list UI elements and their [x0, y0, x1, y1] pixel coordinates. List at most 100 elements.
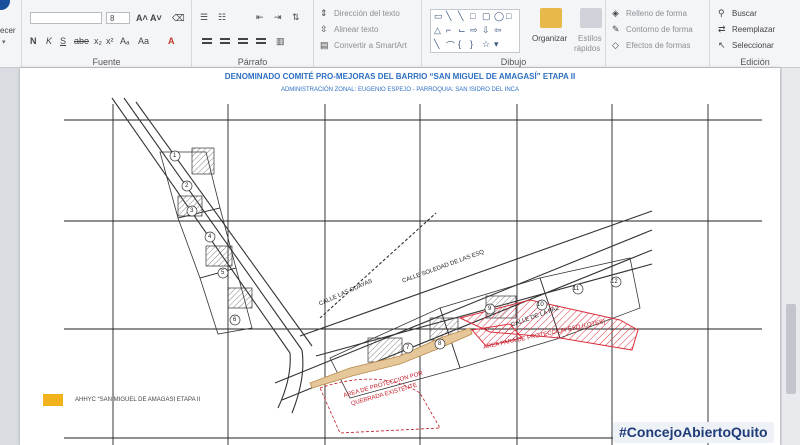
vertical-scrollbar[interactable]: [782, 68, 800, 445]
align-right-icon-line: [238, 42, 248, 44]
editing-group-label: Edición: [740, 57, 770, 67]
triangle-shape-icon[interactable]: △: [434, 25, 441, 36]
bullets-icon[interactable]: ☰: [200, 12, 208, 22]
legend-swatch: [43, 394, 63, 406]
align-left-icon[interactable]: [202, 38, 212, 40]
superscript-button[interactable]: x²: [106, 36, 114, 46]
align-text-button[interactable]: Alinear texto: [334, 25, 378, 34]
text-direction-icon[interactable]: ⇕: [320, 8, 328, 18]
find-button[interactable]: Buscar: [732, 9, 757, 18]
font-group-label: Fuente: [92, 57, 121, 67]
binoculars-icon[interactable]: ⚲: [718, 8, 725, 18]
rect-shape-icon-2[interactable]: □: [506, 11, 511, 21]
left-arrow-shape-icon[interactable]: ⇦: [494, 25, 502, 36]
align-left-icon-line: [202, 42, 212, 44]
lot-number: 1: [173, 153, 177, 159]
shapes-gallery[interactable]: ▭ ╲ ╲ □ ▢ ◯ □ △ ⌐ ⌙ ⇨ ⇩ ⇦ ╲ ⌒ { } ☆ ▾: [430, 9, 520, 53]
shape-effects-icon[interactable]: ◇: [612, 40, 619, 50]
align-center-icon[interactable]: [220, 38, 230, 40]
arrow-shape-icon[interactable]: ⇨: [470, 25, 478, 36]
road-edge: [274, 229, 653, 384]
document-page: DENOMINADO COMITÉ PRO-MEJORAS DEL BARRIO…: [20, 68, 780, 445]
line-shape-icon-2[interactable]: ╲: [458, 11, 463, 22]
road-edge: [319, 212, 437, 319]
ribbon: ecer ▾ 8 A˄ A˅ ⌫ N K S abe x₂ x² Aₐ Aa A…: [0, 0, 800, 68]
fill-bucket-icon[interactable]: ◈: [612, 8, 619, 18]
chevron-down-icon[interactable]: ▾: [2, 38, 6, 46]
sort-icon[interactable]: ⇅: [292, 12, 300, 22]
document-editor-window: ecer ▾ 8 A˄ A˅ ⌫ N K S abe x₂ x² Aₐ Aa A…: [0, 0, 800, 445]
clipboard-group: ecer ▾: [0, 0, 22, 68]
arrange-button[interactable]: Organizar: [532, 34, 567, 43]
italic-button[interactable]: K: [46, 36, 52, 46]
replace-button[interactable]: Reemplazar: [732, 25, 775, 34]
lot-number: 8: [438, 341, 442, 347]
rounded-rect-shape-icon[interactable]: ▢: [482, 11, 491, 22]
rectangle-shape-icon[interactable]: □: [470, 11, 475, 21]
paragraph-group: ☰ ☷ ⇤ ⇥ ⇅ ▥ Párrafo: [192, 0, 314, 68]
lot-number: 10: [537, 302, 544, 308]
columns-icon[interactable]: ▥: [276, 36, 285, 46]
bold-button[interactable]: N: [30, 36, 37, 46]
lot-number: 6: [233, 317, 237, 323]
pen-outline-icon[interactable]: ✎: [612, 24, 620, 34]
align-center-icon-line: [220, 42, 230, 44]
select-cursor-icon[interactable]: ↖: [718, 40, 726, 50]
oval-shape-icon[interactable]: ◯: [494, 11, 504, 22]
increase-indent-icon[interactable]: ⇥: [274, 12, 282, 22]
shape-effects-button[interactable]: Efectos de formas: [626, 41, 690, 50]
font-size-select[interactable]: 8: [106, 12, 130, 24]
shape-outline-button[interactable]: Contorno de forma: [626, 25, 693, 34]
shrink-font-icon[interactable]: A˅: [150, 13, 162, 23]
lot-number: 5: [221, 270, 225, 276]
justify-icon[interactable]: [256, 38, 266, 40]
quick-styles-line1[interactable]: Estilos: [578, 34, 602, 43]
connector-shape-icon[interactable]: ⌐: [446, 25, 451, 35]
grow-font-icon[interactable]: A˄: [136, 13, 148, 23]
select-button[interactable]: Seleccionar: [732, 41, 774, 50]
quick-styles-icon[interactable]: [580, 8, 602, 28]
paste-label[interactable]: ecer: [0, 26, 16, 35]
building: [205, 245, 233, 267]
decrease-indent-icon[interactable]: ⇤: [256, 12, 264, 22]
shape-format-group: ◈ Relleno de forma ✎ Contorno de forma ◇…: [606, 0, 710, 68]
brace-shape-icon[interactable]: }: [470, 39, 473, 49]
arc-shape-icon[interactable]: ⌒: [446, 39, 455, 52]
numbering-icon[interactable]: ☷: [218, 12, 226, 22]
lot-number: 11: [573, 286, 580, 292]
quick-styles-line2[interactable]: rápidos: [574, 44, 600, 53]
subscript-button[interactable]: x₂: [94, 36, 102, 46]
replace-icon[interactable]: ⇄: [718, 24, 726, 34]
text-effects-button[interactable]: Aₐ: [120, 36, 129, 46]
curve-shape-icon[interactable]: ╲: [434, 39, 439, 50]
align-text-icon[interactable]: ⇳: [320, 24, 328, 34]
strikethrough-button[interactable]: abe: [74, 36, 89, 46]
textbox-shape-icon[interactable]: ▭: [434, 11, 443, 22]
align-right-icon[interactable]: [238, 38, 248, 40]
justify-icon-line: [256, 42, 266, 44]
text-direction-button[interactable]: Dirección del texto: [334, 9, 400, 18]
line-shape-icon[interactable]: ╲: [446, 11, 451, 22]
more-shapes-icon[interactable]: ▾: [494, 39, 499, 50]
star-shape-icon[interactable]: ☆: [482, 39, 490, 50]
change-case-button[interactable]: Aa: [138, 36, 149, 46]
bracket-shape-icon[interactable]: {: [458, 39, 461, 49]
elbow-shape-icon[interactable]: ⌙: [458, 25, 466, 36]
convert-smartart-button[interactable]: Convertir a SmartArt: [334, 41, 407, 50]
underline-button[interactable]: S: [60, 36, 66, 46]
smartart-icon[interactable]: ▤: [320, 40, 329, 50]
font-color-button[interactable]: A: [168, 36, 175, 46]
drawing-group-label: Dibujo: [500, 57, 527, 67]
font-name-select[interactable]: [30, 12, 102, 24]
clear-format-icon[interactable]: ⌫: [172, 13, 185, 23]
lot-number: 12: [611, 279, 618, 285]
drawing-group: ▭ ╲ ╲ □ ▢ ◯ □ △ ⌐ ⌙ ⇨ ⇩ ⇦ ╲ ⌒ { } ☆ ▾ Or…: [422, 0, 606, 68]
building: [227, 287, 253, 309]
arrange-icon[interactable]: [540, 8, 562, 28]
shape-fill-button[interactable]: Relleno de forma: [626, 9, 687, 18]
road-edge: [111, 97, 291, 354]
down-arrow-shape-icon[interactable]: ⇩: [482, 25, 490, 36]
scrollbar-thumb[interactable]: [786, 304, 796, 394]
lot-number: 3: [190, 208, 194, 214]
editing-group: ⚲ Buscar ⇄ Reemplazar ↖ Seleccionar Edic…: [710, 0, 800, 68]
